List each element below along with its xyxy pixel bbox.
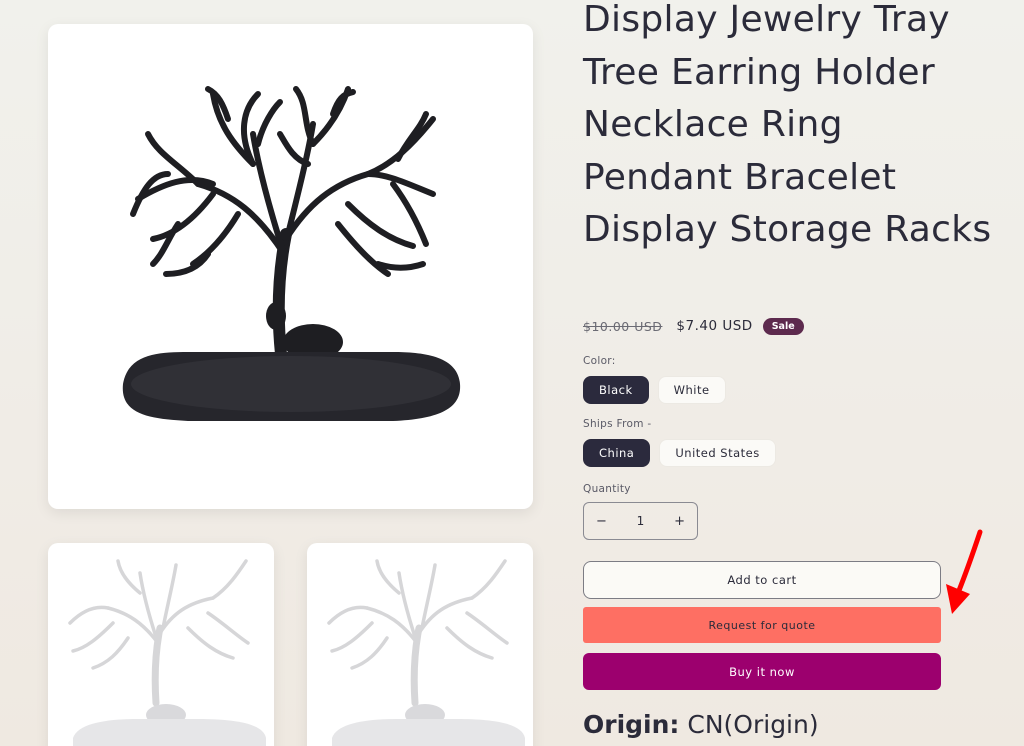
sale-badge: Sale (762, 317, 804, 335)
ships-from-option-china[interactable]: China (583, 439, 651, 467)
white-tree-stand-image (327, 559, 525, 746)
quantity-increase-button[interactable]: + (674, 514, 685, 529)
product-thumbnail-2[interactable] (307, 543, 533, 746)
origin-value: CN(Origin) (687, 710, 819, 739)
quantity-stepper: − 1 + (583, 502, 698, 540)
product-thumbnail-1[interactable] (48, 543, 274, 746)
price-row: $10.00 USD $7.40 USD Sale (583, 316, 804, 336)
ships-from-label: Ships From - (583, 418, 652, 430)
color-label: Color: (583, 355, 616, 367)
color-option-black[interactable]: Black (583, 376, 649, 404)
quantity-input[interactable]: 1 (637, 514, 645, 528)
quantity-decrease-button[interactable]: − (596, 514, 607, 529)
color-option-white[interactable]: White (657, 376, 726, 404)
white-tree-stand-image (68, 559, 266, 746)
request-quote-button[interactable]: Request for quote (583, 607, 941, 643)
compare-price: $10.00 USD (583, 318, 663, 334)
ships-from-option-united-states[interactable]: United States (659, 439, 776, 467)
origin-line: Origin: CN(Origin) (583, 710, 819, 739)
add-to-cart-button[interactable]: Add to cart (583, 561, 941, 599)
black-tree-stand-image (122, 86, 461, 421)
color-options: Black White (583, 376, 726, 404)
origin-label: Origin: (583, 710, 680, 739)
annotation-arrow-icon (946, 529, 983, 614)
quantity-label: Quantity (583, 483, 631, 495)
buy-now-button[interactable]: Buy it now (583, 653, 941, 690)
ships-from-options: China United States (583, 439, 776, 467)
sale-price: $7.40 USD (676, 318, 753, 334)
product-main-image[interactable] (48, 24, 533, 509)
product-title: Display Jewelry Tray Tree Earring Holder… (583, 0, 992, 250)
